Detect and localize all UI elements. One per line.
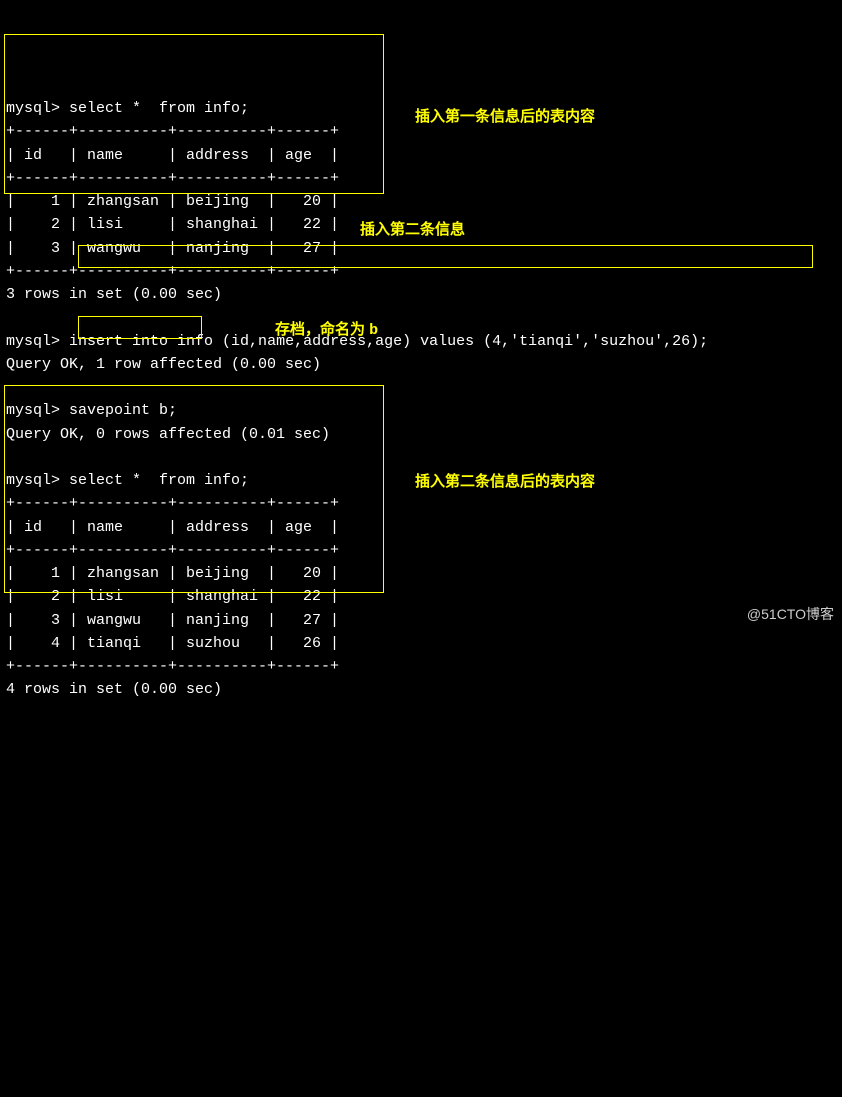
table2-header: | id | name | address | age | xyxy=(6,519,339,536)
table2-border: +------+----------+----------+------+ xyxy=(6,542,339,559)
annotation-savepoint: 存档，命名为 b xyxy=(275,318,378,342)
table1-row: | 1 | zhangsan | beijing | 20 | xyxy=(6,193,339,210)
table1-border: +------+----------+----------+------+ xyxy=(6,263,339,280)
watermark: @51CTO博客 xyxy=(747,604,834,626)
annotation-savepoint-kw: b xyxy=(369,322,378,339)
table1-footer: 3 rows in set (0.00 sec) xyxy=(6,286,222,303)
prompt: mysql> xyxy=(6,472,60,489)
prompt: mysql> xyxy=(6,402,60,419)
table2-row: | 3 | wangwu | nanjing | 27 | xyxy=(6,612,339,629)
insert-response: Query OK, 1 row affected (0.00 sec) xyxy=(6,356,321,373)
table1-header: | id | name | address | age | xyxy=(6,147,339,164)
savepoint-response: Query OK, 0 rows affected (0.01 sec) xyxy=(6,426,330,443)
annotation-second-insert-content: 插入第二条信息后的表内容 xyxy=(415,470,595,493)
prompt: mysql> xyxy=(6,100,60,117)
terminal-output: mysql> select * from info; +------+-----… xyxy=(6,97,836,702)
table1-border: +------+----------+----------+------+ xyxy=(6,170,339,187)
table1-row: | 2 | lisi | shanghai | 22 | xyxy=(6,216,339,233)
table1-border: +------+----------+----------+------+ xyxy=(6,123,339,140)
table2-row: | 2 | lisi | shanghai | 22 | xyxy=(6,588,339,605)
sql-select-1: select * from info; xyxy=(69,100,249,117)
sql-insert: insert into info (id,name,address,age) v… xyxy=(69,333,708,350)
annotation-savepoint-prefix: 存档，命名为 xyxy=(275,321,369,338)
prompt: mysql> xyxy=(6,333,60,350)
table2-border: +------+----------+----------+------+ xyxy=(6,658,339,675)
table2-row: | 4 | tianqi | suzhou | 26 | xyxy=(6,635,339,652)
table2-footer: 4 rows in set (0.00 sec) xyxy=(6,681,222,698)
table2-border: +------+----------+----------+------+ xyxy=(6,495,339,512)
table2-row: | 1 | zhangsan | beijing | 20 | xyxy=(6,565,339,582)
sql-savepoint: savepoint b; xyxy=(69,402,177,419)
annotation-first-insert: 插入第一条信息后的表内容 xyxy=(415,105,595,128)
annotation-second-insert-header: 插入第二条信息 xyxy=(360,218,465,241)
table1-row: | 3 | wangwu | nanjing | 27 | xyxy=(6,240,339,257)
sql-select-2: select * from info; xyxy=(69,472,249,489)
